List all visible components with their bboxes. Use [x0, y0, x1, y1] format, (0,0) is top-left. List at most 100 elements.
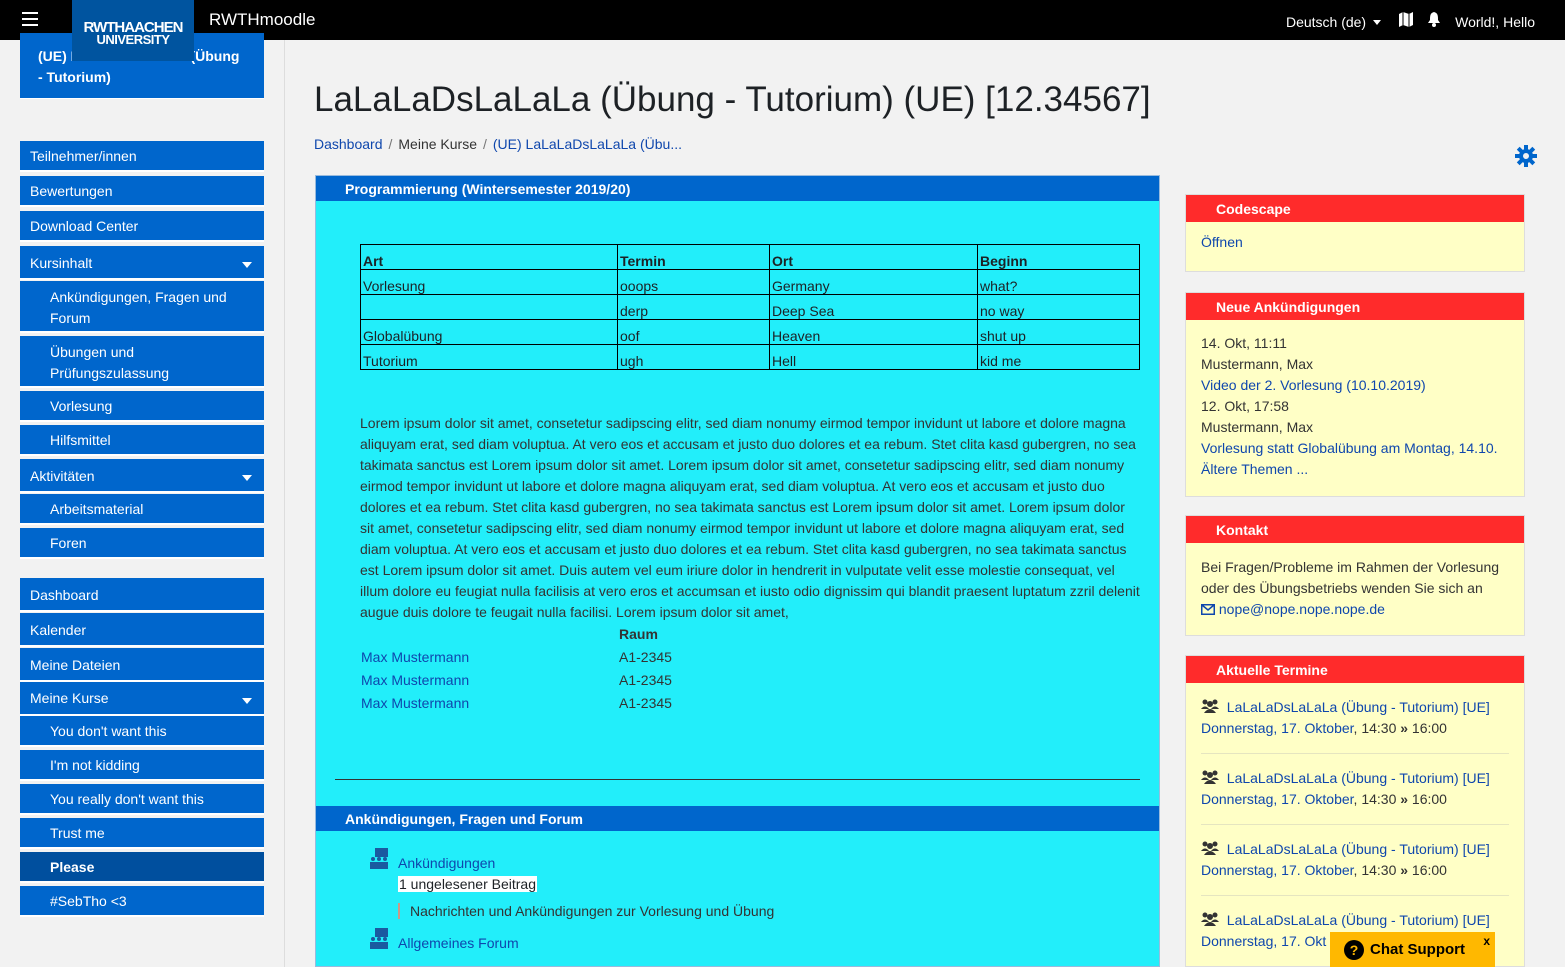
drawer-item-exercises[interactable]: Übungen und Prüfungszulassung	[20, 336, 264, 388]
event-date-link[interactable]: Donnerstag, 17. Oktober	[1201, 862, 1354, 878]
drawer-item-announcements[interactable]: Ankündigungen, Fragen und Forum	[20, 281, 264, 333]
table-row: Vorlesung ooops Germany what?	[360, 269, 1140, 295]
chevron-down-icon[interactable]	[242, 262, 252, 268]
language-menu[interactable]: Deutsch (de)	[1286, 14, 1382, 30]
news-author: Mustermann, Max	[1201, 419, 1314, 435]
close-icon[interactable]: x	[1483, 934, 1490, 948]
site-name[interactable]: RWTHmoodle	[209, 10, 315, 30]
drawer-item-course-content[interactable]: Kursinhalt	[20, 246, 264, 280]
forum-link-announcements[interactable]: Ankündigungen	[398, 855, 495, 871]
news-author: Mustermann, Max	[1201, 356, 1314, 372]
forum-icon	[370, 848, 388, 869]
breadcrumb-my-courses: Meine Kurse	[398, 136, 477, 152]
tutor-link[interactable]: Max Mustermann	[361, 672, 469, 688]
drawer-item-participants[interactable]: Teilnehmer/innen	[20, 141, 264, 172]
table-row: Tutorium ugh Hell kid me	[360, 344, 1140, 370]
drawer-item-my-courses[interactable]: Meine Kurse	[20, 682, 264, 716]
tutor-link[interactable]: Max Mustermann	[361, 695, 469, 711]
table-row: derp Deep Sea no way	[360, 294, 1140, 320]
chevron-down-icon[interactable]	[242, 475, 252, 481]
drawer-item-calendar[interactable]: Kalender	[20, 613, 264, 647]
block-title: Neue Ankündigungen	[1186, 293, 1524, 320]
event-date-link[interactable]: Donnerstag, 17. Oktober	[1201, 791, 1354, 807]
breadcrumb-dashboard[interactable]: Dashboard	[314, 136, 383, 152]
block-upcoming-events: Aktuelle Termine LaLaLaDsLaLaLa (Übung -…	[1185, 655, 1525, 967]
drawer-item-materials[interactable]: Arbeitsmaterial	[20, 494, 264, 525]
event-link[interactable]: LaLaLaDsLaLaLa (Übung - Tutorium) [UE]	[1227, 912, 1490, 928]
map-icon[interactable]	[1399, 12, 1414, 31]
event-link[interactable]: LaLaLaDsLaLaLa (Übung - Tutorium) [UE]	[1227, 699, 1490, 715]
older-topics-link[interactable]: Ältere Themen ...	[1201, 461, 1308, 477]
chevron-down-icon	[1373, 20, 1382, 26]
tutor-link[interactable]: Max Mustermann	[361, 649, 469, 665]
contact-text: Bei Fragen/Probleme im Rahmen der Vorles…	[1201, 559, 1500, 596]
room-row: Max Mustermann A1-2345	[361, 672, 672, 688]
forum-description: Nachrichten und Ankündigungen zur Vorles…	[398, 903, 774, 919]
chevron-down-icon[interactable]	[242, 698, 252, 704]
drawer-course-item[interactable]: I'm not kidding	[20, 750, 264, 781]
drawer-course-item[interactable]: #SebTho <3	[20, 886, 264, 917]
group-icon	[1201, 841, 1219, 857]
news-date: 12. Okt, 17:58	[1201, 398, 1289, 414]
drawer-item-tools[interactable]: Hilfsmittel	[20, 425, 264, 456]
table-header: Art	[360, 244, 618, 270]
room-row: Max Mustermann A1-2345	[361, 695, 672, 711]
block-title: Aktuelle Termine	[1186, 656, 1524, 683]
event-link[interactable]: LaLaLaDsLaLaLa (Übung - Tutorium) [UE]	[1227, 841, 1490, 857]
block-contact: Kontakt Bei Fragen/Probleme im Rahmen de…	[1185, 515, 1525, 636]
room-row: Max Mustermann A1-2345	[361, 649, 672, 665]
room-header: Raum	[619, 626, 658, 642]
contact-email-link[interactable]: nope@nope.nope.nope.de	[1219, 601, 1385, 617]
drawer-item-download-center[interactable]: Download Center	[20, 211, 264, 242]
drawer-course-item[interactable]: You really don't want this	[20, 784, 264, 815]
drawer-course-item[interactable]: Trust me	[20, 818, 264, 849]
drawer-item-activities[interactable]: Aktivitäten	[20, 459, 264, 493]
block-news: Neue Ankündigungen 14. Okt, 11:11 Muster…	[1185, 292, 1525, 497]
block-title: Codescape	[1186, 195, 1524, 222]
news-link[interactable]: Video der 2. Vorlesung (10.10.2019)	[1201, 377, 1426, 393]
unread-badge[interactable]: 1 ungelesener Beitrag	[398, 876, 537, 892]
event-link[interactable]: LaLaLaDsLaLaLa (Übung - Tutorium) [UE]	[1227, 770, 1490, 786]
rwth-logo[interactable]: RWTHAACHEN UNIVERSITY	[72, 0, 194, 61]
bell-icon[interactable]	[1427, 12, 1441, 31]
arrow-icon: »	[1400, 862, 1409, 878]
page-title: LaLaLaDsLaLaLa (Übung - Tutorium) (UE) […	[314, 80, 1151, 119]
breadcrumb-course[interactable]: (UE) LaLaLaDsLaLaLa (Übu...	[493, 136, 682, 152]
event-date-link[interactable]: Donnerstag, 17. Oktober	[1201, 720, 1354, 736]
group-icon	[1201, 699, 1219, 715]
news-date: 14. Okt, 11:11	[1201, 335, 1287, 351]
table-row: Globalübung oof Heaven shut up	[360, 319, 1140, 345]
course-description: Lorem ipsum dolor sit amet, consetetur s…	[360, 415, 1140, 620]
drawer-item-dashboard[interactable]: Dashboard	[20, 578, 264, 612]
envelope-icon	[1201, 601, 1215, 617]
drawer-item-lecture[interactable]: Vorlesung	[20, 391, 264, 422]
drawer-item-grades[interactable]: Bewertungen	[20, 176, 264, 207]
drawer-course-item[interactable]: You don't want this	[20, 716, 264, 747]
chat-support-button[interactable]: ? Chat Support x	[1330, 932, 1495, 967]
codescape-open-link[interactable]: Öffnen	[1201, 234, 1243, 250]
table-header-row: Art Termin Ort Beginn	[360, 244, 1140, 270]
help-icon: ?	[1344, 940, 1364, 960]
section-title: Programmierung (Wintersemester 2019/20)	[316, 176, 1159, 201]
menu-icon[interactable]	[22, 12, 38, 26]
arrow-icon: »	[1400, 720, 1409, 736]
event-item: LaLaLaDsLaLaLa (Übung - Tutorium) [UE] D…	[1201, 683, 1509, 754]
news-link[interactable]: Vorlesung statt Globalübung am Montag, 1…	[1201, 440, 1498, 456]
forum-link-general[interactable]: Allgemeines Forum	[398, 935, 519, 951]
event-item: LaLaLaDsLaLaLa (Übung - Tutorium) [UE] D…	[1201, 825, 1509, 896]
section-divider	[335, 779, 1140, 780]
event-item: LaLaLaDsLaLaLa (Übung - Tutorium) [UE] D…	[1201, 754, 1509, 825]
schedule-table: Art Termin Ort Beginn Vorlesung ooops Germ…	[360, 244, 1140, 370]
breadcrumb: Dashboard / Meine Kurse / (UE) LaLaLaDsLaLaL…	[314, 136, 682, 152]
drawer-item-files[interactable]: Meine Dateien	[20, 648, 264, 682]
drawer-course-item-active[interactable]: Please	[20, 852, 264, 883]
block-title: Kontakt	[1186, 516, 1524, 543]
event-date-link[interactable]: Donnerstag, 17. Okt	[1201, 933, 1326, 949]
table-header: Termin	[617, 244, 770, 270]
arrow-icon: »	[1400, 791, 1409, 807]
forum-icon	[370, 928, 388, 949]
user-menu[interactable]: World!, Hello	[1455, 14, 1535, 30]
gear-icon[interactable]	[1513, 143, 1539, 169]
section-title: Ankündigungen, Fragen und Forum	[316, 806, 1159, 831]
drawer-item-forums[interactable]: Foren	[20, 528, 264, 559]
